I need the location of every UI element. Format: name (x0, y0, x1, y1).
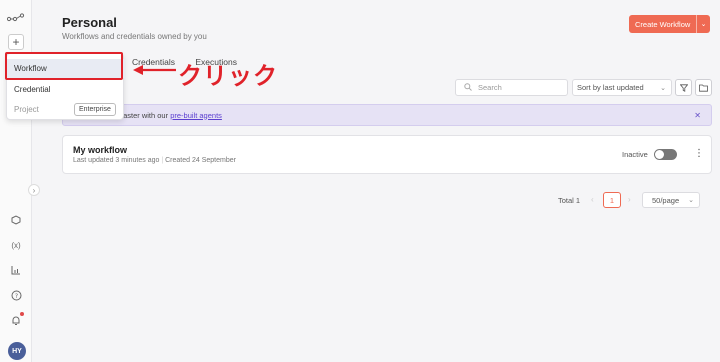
project-label: Project (14, 105, 39, 114)
variables-icon[interactable]: (x) (6, 235, 26, 255)
avatar[interactable]: HY (8, 342, 26, 360)
folder-icon (699, 84, 708, 92)
chevron-down-icon: ⌄ (688, 197, 694, 204)
annotation-text: クリック (178, 62, 278, 90)
banner-prefix: faster with our (121, 110, 169, 120)
filter-icon (679, 83, 688, 92)
folder-button[interactable] (695, 79, 712, 96)
close-icon[interactable]: ✕ (694, 111, 701, 120)
notifications-icon[interactable] (6, 310, 26, 330)
svg-text:?: ? (14, 293, 17, 300)
templates-icon[interactable] (6, 210, 26, 230)
workflow-card[interactable]: My workflow Last updated 3 minutes ago |… (62, 135, 712, 174)
total-count: Total 1 (558, 196, 581, 205)
created-text: Created 24 September (165, 157, 236, 164)
enterprise-badge: Enterprise (74, 103, 116, 116)
page-subtitle: Workflows and credentials owned by you (62, 32, 207, 41)
pre-built-agents-link[interactable]: pre-built agents (170, 111, 222, 120)
chevron-down-icon: ⌄ (660, 84, 666, 92)
insights-icon[interactable] (6, 260, 26, 280)
banner-text: faster with our pre-built agents (121, 111, 222, 120)
annotation-arrow-icon (133, 65, 176, 75)
help-icon[interactable]: ? (6, 285, 26, 305)
workflow-name[interactable]: My workflow (73, 145, 127, 155)
menu-item-project[interactable]: Project Enterprise (7, 100, 125, 119)
collapse-sidebar-button[interactable]: › (28, 184, 40, 196)
search-input[interactable]: Search (455, 79, 568, 96)
more-options-icon[interactable]: ⋮ (694, 148, 704, 159)
per-page-select[interactable]: 50/page ⌄ (642, 192, 700, 208)
filter-button[interactable] (675, 79, 692, 96)
notification-dot (20, 312, 24, 316)
workflow-meta: Last updated 3 minutes ago | Created 24 … (73, 157, 236, 164)
add-button[interactable]: + (8, 34, 24, 50)
logo-icon[interactable] (6, 8, 26, 28)
next-page-icon[interactable]: › (628, 195, 631, 204)
per-page-value: 50/page (652, 195, 680, 205)
page-title: Personal (62, 15, 117, 30)
updated-text: Last updated 3 minutes ago (73, 157, 160, 164)
highlight-box (5, 52, 123, 80)
create-workflow-button[interactable]: Create Workflow ⌄ (629, 15, 710, 33)
active-toggle[interactable] (654, 149, 677, 160)
promo-banner: faster with our pre-built agents ✕ (62, 104, 712, 126)
search-icon (464, 82, 472, 93)
create-workflow-label: Create Workflow (635, 19, 691, 29)
sort-select[interactable]: Sort by last updated ⌄ (572, 79, 672, 96)
toggle-knob (655, 150, 664, 159)
search-placeholder: Search (478, 83, 502, 92)
sort-value: Sort by last updated (577, 83, 644, 92)
page-number[interactable]: 1 (603, 192, 621, 208)
menu-item-credential[interactable]: Credential (7, 80, 125, 99)
status-label: Inactive (622, 150, 648, 159)
prev-page-icon[interactable]: ‹ (591, 195, 594, 204)
chevron-down-icon[interactable]: ⌄ (696, 15, 710, 33)
